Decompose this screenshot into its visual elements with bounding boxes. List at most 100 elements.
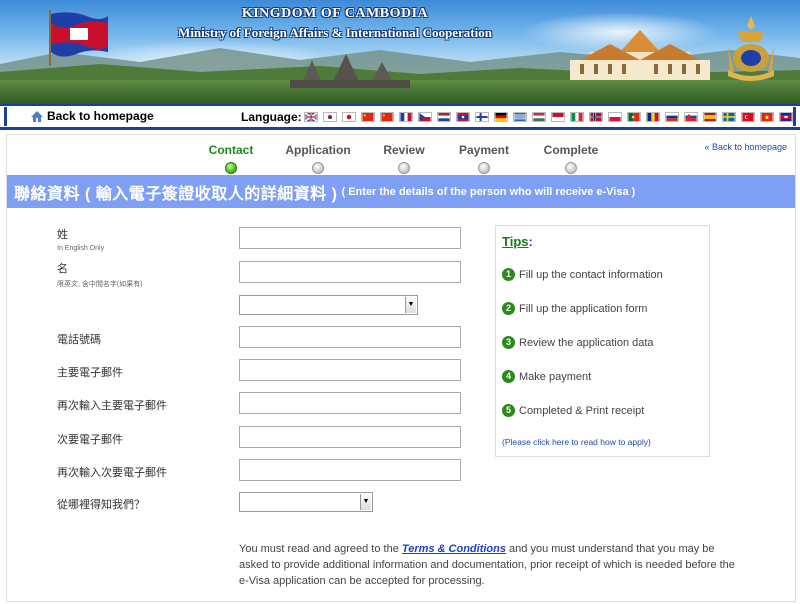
- palace-icon: [570, 30, 710, 80]
- top-back-to-homepage-link[interactable]: « Back to homepage: [704, 142, 787, 152]
- terms-notice: You must read and agreed to the Terms & …: [239, 541, 739, 589]
- given-name-input[interactable]: [239, 261, 461, 283]
- section-title-bar: 聯絡資料 ( 輸入電子簽證收取人的詳細資料 ) ( Enter the deta…: [7, 175, 795, 208]
- top-navbar: Back to homepage Language:: [0, 104, 800, 130]
- step-indicator-icon: [398, 162, 410, 174]
- email-confirm-label: 再次輸入主要電子郵件: [57, 400, 167, 412]
- step-label: Complete: [543, 143, 599, 157]
- back-to-homepage-label: Back to homepage: [47, 109, 154, 123]
- home-icon: [31, 110, 43, 122]
- cambodia-flag-icon: [49, 10, 108, 66]
- step-indicator-icon: [225, 162, 237, 174]
- kingdom-title: KINGDOM OF CAMBODIA: [241, 6, 429, 21]
- step-label: Payment: [458, 143, 510, 157]
- step-label: Application: [285, 143, 351, 157]
- flag-lao-icon[interactable]: [456, 112, 470, 122]
- content-frame: Contact Application Review Payment Compl…: [6, 134, 796, 602]
- flag-korean-icon[interactable]: [323, 112, 337, 122]
- step-complete: Complete: [541, 143, 601, 174]
- tip-text: Make payment: [519, 370, 592, 383]
- angkor-temple-icon: [290, 54, 410, 88]
- tips-panel: Tips: 1 Fill up the contact information …: [495, 225, 710, 457]
- flag-swedish-icon[interactable]: [722, 112, 736, 122]
- step-indicator-icon: [565, 162, 577, 174]
- flag-turkish-icon[interactable]: [741, 112, 755, 122]
- step-review: Review: [381, 143, 427, 174]
- flag-greek-icon[interactable]: [513, 112, 527, 122]
- secondary-email-confirm-label: 再次輸入次要電子郵件: [57, 467, 167, 479]
- language-flags: [304, 112, 793, 122]
- flag-french-icon[interactable]: [399, 112, 413, 122]
- tips-title-text: Tips: [502, 234, 529, 249]
- step-indicator-icon: [312, 162, 324, 174]
- number-badge-icon: 4: [502, 370, 515, 383]
- flag-english-icon[interactable]: [304, 112, 318, 122]
- step-application: Application: [283, 143, 353, 174]
- step-contact: Contact: [207, 143, 255, 174]
- flag-japanese-icon[interactable]: [342, 112, 356, 122]
- surname-label: 姓 In English Only: [57, 226, 104, 252]
- tip-text: Completed & Print receipt: [519, 404, 645, 417]
- flag-romanian-icon[interactable]: [646, 112, 660, 122]
- secondary-email-input[interactable]: [239, 426, 461, 448]
- flag-slovak-icon[interactable]: [684, 112, 698, 122]
- tip-item: 3 Review the application data: [502, 336, 654, 349]
- secondary-email-label: 次要電子郵件: [57, 434, 123, 446]
- dropdown-arrow-icon: ▼: [360, 494, 371, 510]
- progress-steps: Contact Application Review Payment Compl…: [207, 143, 627, 175]
- flag-finnish-icon[interactable]: [475, 112, 489, 122]
- flag-vietnamese-icon[interactable]: [760, 112, 774, 122]
- flag-spanish-icon[interactable]: [703, 112, 717, 122]
- how-to-apply-link[interactable]: (Please click here to read how to apply): [502, 437, 651, 447]
- given-name-hint: 限英文, 含中間名字(如果有): [57, 281, 143, 288]
- flag-russian-icon[interactable]: [665, 112, 679, 122]
- gender-select[interactable]: ▼: [239, 295, 418, 315]
- surname-label-text: 姓: [57, 229, 68, 241]
- given-name-label: 名 限英文, 含中間名字(如果有): [57, 260, 143, 289]
- phone-label: 電話號碼: [57, 334, 101, 346]
- back-to-homepage-link[interactable]: Back to homepage: [31, 109, 154, 123]
- tip-text: Review the application data: [519, 336, 654, 349]
- tips-title: Tips:: [502, 234, 533, 249]
- flag-polish-icon[interactable]: [608, 112, 622, 122]
- flag-portuguese-icon[interactable]: [627, 112, 641, 122]
- step-indicator-icon: [478, 162, 490, 174]
- given-name-label-text: 名: [57, 263, 68, 275]
- terms-text-before: You must read and agreed to the: [239, 543, 402, 555]
- flag-dutch-icon[interactable]: [437, 112, 451, 122]
- phone-input[interactable]: [239, 326, 461, 348]
- flag-czech-icon[interactable]: [418, 112, 432, 122]
- header-banner: KINGDOM OF CAMBODIA Ministry of Foreign …: [0, 0, 800, 104]
- ministry-title: Ministry of Foreign Affairs & Internatio…: [178, 25, 492, 40]
- flag-italian-icon[interactable]: [570, 112, 584, 122]
- flag-hungarian-icon[interactable]: [532, 112, 546, 122]
- email-input[interactable]: [239, 359, 461, 381]
- tips-title-colon: :: [528, 234, 533, 249]
- number-badge-icon: 2: [502, 302, 515, 315]
- referral-label: 從哪裡得知我們？: [57, 499, 145, 511]
- surname-hint: In English Only: [57, 245, 105, 252]
- step-label: Contact: [208, 143, 254, 157]
- flag-chinese-simplified-icon[interactable]: [361, 112, 375, 122]
- step-payment: Payment: [456, 143, 512, 174]
- tip-item: 4 Make payment: [502, 370, 591, 383]
- terms-conditions-link[interactable]: Terms & Conditions: [402, 543, 506, 555]
- dropdown-arrow-icon: ▼: [405, 297, 416, 313]
- royal-crest-icon: [728, 16, 774, 81]
- tip-item: 1 Fill up the contact information: [502, 268, 663, 281]
- surname-input[interactable]: [239, 227, 461, 249]
- secondary-email-confirm-input[interactable]: [239, 459, 461, 481]
- number-badge-icon: 3: [502, 336, 515, 349]
- flag-chinese-traditional-icon[interactable]: [380, 112, 394, 122]
- banner-title: KINGDOM OF CAMBODIA Ministry of Foreign …: [130, 6, 540, 41]
- referral-select[interactable]: ▼: [239, 492, 373, 512]
- number-badge-icon: 5: [502, 404, 515, 417]
- flag-khmer-icon[interactable]: [779, 112, 793, 122]
- email-label: 主要電子郵件: [57, 367, 123, 379]
- flag-indonesian-icon[interactable]: [551, 112, 565, 122]
- section-title-english: ( Enter the details of the person who wi…: [341, 185, 636, 198]
- flag-norwegian-icon[interactable]: [589, 112, 603, 122]
- flag-german-icon[interactable]: [494, 112, 508, 122]
- email-confirm-input[interactable]: [239, 392, 461, 414]
- tip-item: 2 Fill up the application form: [502, 302, 647, 315]
